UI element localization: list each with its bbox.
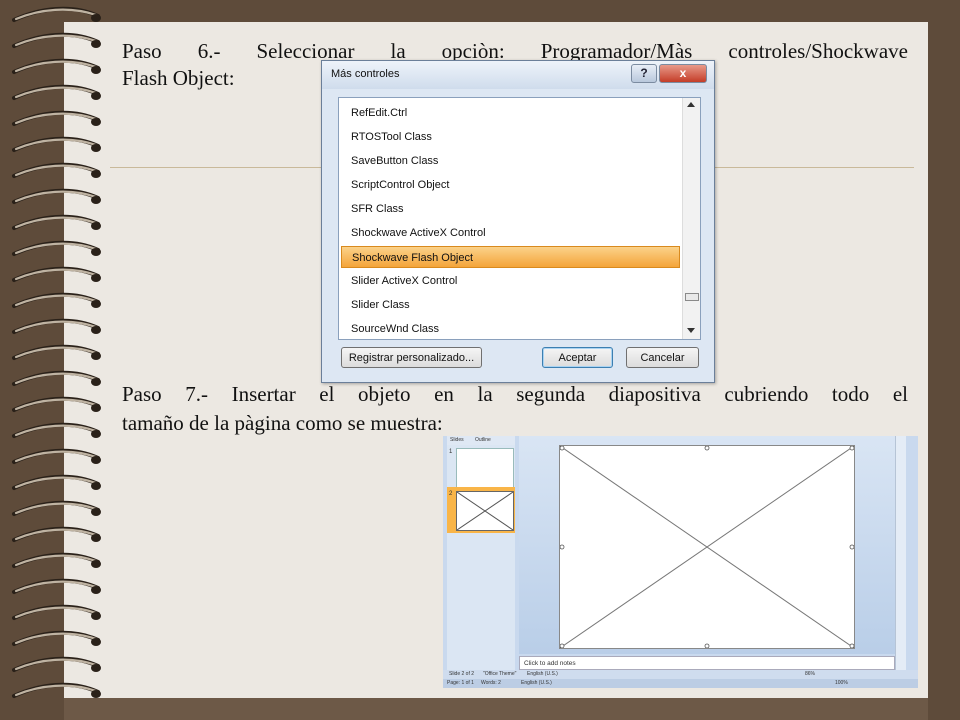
ok-button[interactable]: Aceptar bbox=[542, 347, 613, 368]
status-theme: "Office Theme" bbox=[483, 671, 517, 677]
list-item[interactable]: ScriptControl Object bbox=[341, 174, 680, 196]
dialog-titlebar[interactable]: Más controles ? x bbox=[322, 61, 714, 89]
list-item[interactable]: RTOSTool Class bbox=[341, 126, 680, 148]
spiral-binding-icon bbox=[12, 6, 101, 698]
editor-scrollbar[interactable] bbox=[895, 436, 906, 670]
list-item[interactable]: Slider Class bbox=[341, 294, 680, 316]
bottom-border bbox=[64, 698, 928, 720]
paso7-text-cont: tamaño de la pàgina como se muestra: bbox=[122, 411, 443, 435]
status-bar-word: Page: 1 of 1 Words: 2 English (U.S.) 100… bbox=[443, 679, 918, 688]
flash-object-placeholder-icon bbox=[456, 491, 514, 531]
help-button[interactable]: ? bbox=[631, 64, 657, 83]
status-slide: Slide 2 of 2 bbox=[449, 671, 475, 677]
controls-listbox[interactable]: RefEdit.Ctrl RTOSTool Class SaveButton C… bbox=[338, 97, 701, 340]
list-item[interactable]: SaveButton Class bbox=[341, 150, 680, 172]
paso6-text-cont: Flash Object: bbox=[122, 66, 235, 90]
list-item-selected[interactable]: Shockwave Flash Object bbox=[341, 246, 680, 268]
status-zoom-2[interactable]: 100% bbox=[835, 679, 848, 688]
slide-number: 2 bbox=[449, 491, 453, 497]
status-words: Words: 2 bbox=[481, 680, 501, 686]
flash-object-placeholder-icon[interactable] bbox=[559, 445, 855, 649]
tab-slides[interactable]: Slides bbox=[450, 437, 464, 443]
slide-thumbnail-2[interactable] bbox=[456, 491, 514, 531]
status-language: English (U.S.) bbox=[527, 671, 558, 677]
notes-input[interactable]: Click to add notes bbox=[519, 656, 895, 670]
list-scrollbar[interactable] bbox=[682, 98, 700, 339]
slide-thumbnail-2-selected[interactable]: 2 bbox=[447, 487, 515, 533]
cancel-button[interactable]: Cancelar bbox=[626, 347, 699, 368]
list-item[interactable]: SFR Class bbox=[341, 198, 680, 220]
list-item[interactable]: Slider ActiveX Control bbox=[341, 270, 680, 292]
slide-canvas[interactable] bbox=[559, 445, 855, 649]
list-item[interactable]: Shockwave ActiveX Control bbox=[341, 222, 680, 244]
close-button[interactable]: x bbox=[659, 64, 707, 83]
tab-outline[interactable]: Outline bbox=[475, 437, 491, 443]
list-item[interactable]: SourceWnd Class bbox=[341, 318, 680, 339]
slide-editor bbox=[519, 436, 895, 654]
scroll-up-icon[interactable] bbox=[687, 102, 695, 107]
pane-tabs: Slides Outline bbox=[447, 436, 515, 445]
slide-thumbnail-1[interactable] bbox=[456, 448, 514, 488]
scroll-thumb[interactable] bbox=[685, 293, 699, 301]
status-page: Page: 1 of 1 bbox=[447, 680, 474, 686]
status-language-2: English (U.S.) bbox=[521, 680, 552, 686]
dialog-title: Más controles bbox=[331, 68, 400, 80]
status-bar: Slide 2 of 2 "Office Theme" English (U.S… bbox=[443, 670, 918, 679]
slide-thumbnails-pane: 1 2 bbox=[447, 445, 515, 670]
mas-controles-dialog: Más controles ? x RefEdit.Ctrl RTOSTool … bbox=[321, 60, 715, 383]
powerpoint-screenshot: Slides Outline 1 2 Click to add notes Sl… bbox=[443, 436, 918, 688]
scroll-down-icon[interactable] bbox=[687, 328, 695, 333]
register-custom-button[interactable]: Registrar personalizado... bbox=[341, 347, 482, 368]
list-item[interactable]: RefEdit.Ctrl bbox=[341, 102, 680, 124]
status-zoom[interactable]: 86% bbox=[805, 670, 815, 679]
slide-number: 1 bbox=[449, 449, 453, 455]
paso7-text: Paso 7.- Insertar el objeto en la segund… bbox=[122, 382, 908, 406]
